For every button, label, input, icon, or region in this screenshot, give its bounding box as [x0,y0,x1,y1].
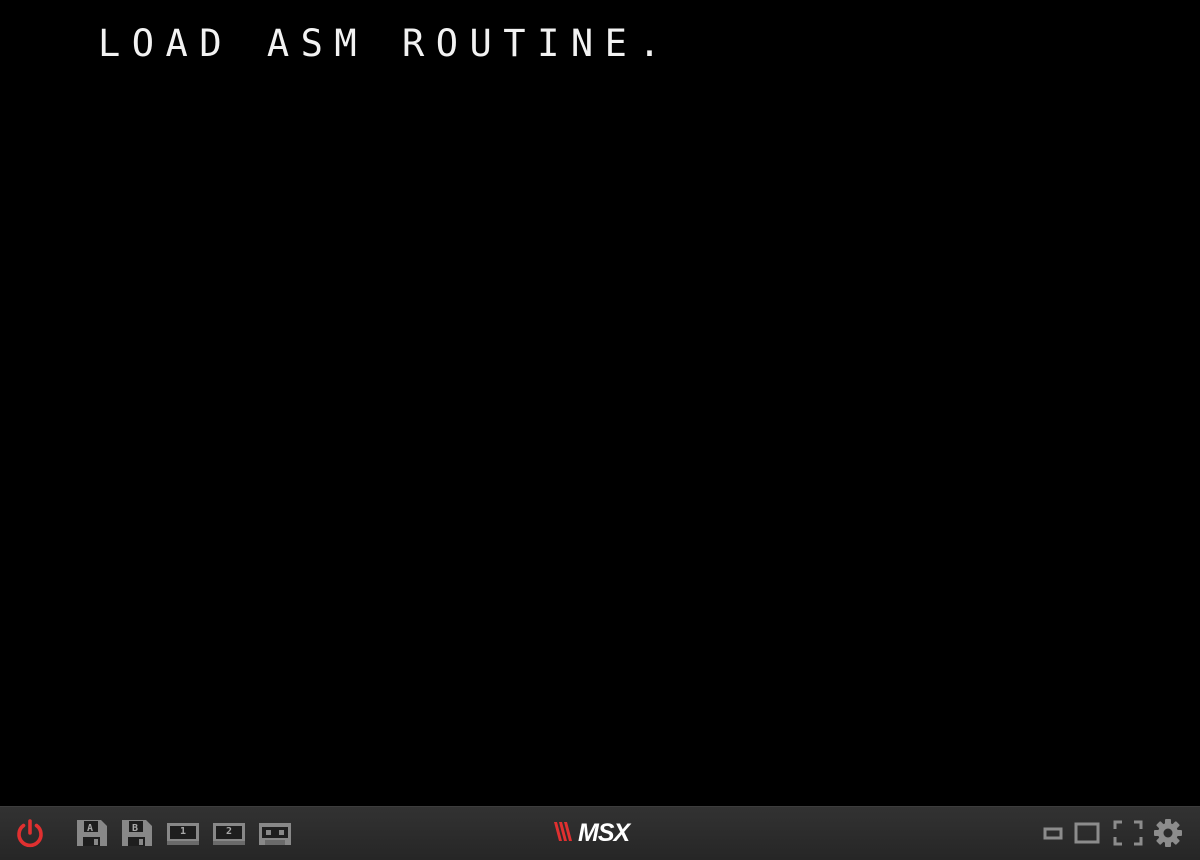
disk-a-label: A [87,823,94,834]
logo-stripes-icon [554,819,576,847]
screen-text: LOAD ASM ROUTINE. [98,22,673,65]
cartridge-1-button[interactable]: 1 [165,816,201,850]
power-icon [13,816,47,850]
settings-button[interactable] [1150,816,1186,850]
disk-a-button[interactable]: A [74,816,110,850]
fullscreen-button[interactable] [1110,816,1146,850]
emulator-toolbar: A B 1 2 MSX [0,806,1200,860]
small-window-button[interactable] [1035,816,1071,850]
medium-screen-icon [1074,822,1100,844]
disk-b-label: B [132,823,139,834]
small-screen-icon [1043,826,1063,840]
gear-icon [1153,818,1183,848]
power-button[interactable] [12,816,48,850]
emulator-screen[interactable]: LOAD ASM ROUTINE. [0,0,1200,806]
fullscreen-icon [1113,820,1143,846]
tape-button[interactable] [257,816,293,850]
logo-text: MSX [578,819,630,847]
disk-b-button[interactable]: B [119,816,155,850]
cartridge-2-label: 2 [226,826,233,837]
cartridge-2-button[interactable]: 2 [211,816,247,850]
cassette-tape-icon [257,819,293,847]
cartridge-1-label: 1 [180,826,187,837]
medium-window-button[interactable] [1069,816,1105,850]
msx-logo: MSX [554,819,630,847]
